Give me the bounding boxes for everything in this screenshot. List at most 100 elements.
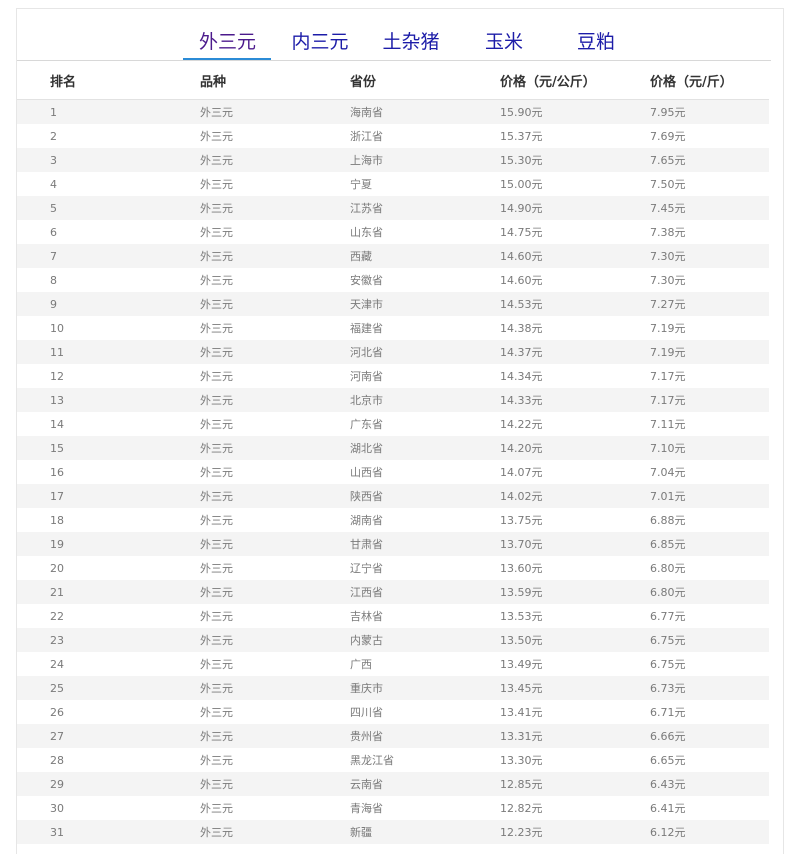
table-row: 6 外三元 山东省 14.75元 7.38元 — [17, 220, 769, 244]
header-province[interactable]: 省份 — [350, 61, 500, 100]
cell-rank: 13 — [17, 388, 200, 412]
cell-price-per-jin: 6.75元 — [650, 652, 769, 676]
cell-price-per-kg: 14.20元 — [500, 436, 650, 460]
cell-price-per-jin: 7.65元 — [650, 148, 769, 172]
cell-price-per-jin: 6.73元 — [650, 676, 769, 700]
price-ranking-panel: 外三元 内三元 土杂猪 玉米 豆粕 排名 品种 省份 价格（元/公斤） 价格（元… — [16, 8, 784, 854]
cell-variety: 外三元 — [200, 532, 350, 556]
cell-province: 天津市 — [350, 292, 500, 316]
cell-province: 西藏 — [350, 244, 500, 268]
cell-price-per-kg: 14.90元 — [500, 196, 650, 220]
table-row: 17 外三元 陕西省 14.02元 7.01元 — [17, 484, 769, 508]
cell-province: 广西 — [350, 652, 500, 676]
cell-variety: 外三元 — [200, 316, 350, 340]
cell-rank: 27 — [17, 724, 200, 748]
table-row: 2 外三元 浙江省 15.37元 7.69元 — [17, 124, 769, 148]
cell-price-per-kg: 14.60元 — [500, 268, 650, 292]
cell-price-per-kg: 13.50元 — [500, 628, 650, 652]
cell-variety: 外三元 — [200, 556, 350, 580]
cell-variety: 外三元 — [200, 436, 350, 460]
table-header-row: 排名 品种 省份 价格（元/公斤） 价格（元/斤） — [17, 61, 769, 100]
cell-variety: 外三元 — [200, 580, 350, 604]
cell-price-per-jin: 6.71元 — [650, 700, 769, 724]
cell-price-per-jin: 7.04元 — [650, 460, 769, 484]
cell-price-per-kg: 14.34元 — [500, 364, 650, 388]
tab-tu-za-zhu[interactable]: 土杂猪 — [382, 27, 440, 60]
cell-price-per-kg: 13.60元 — [500, 556, 650, 580]
cell-price-per-jin: 6.88元 — [650, 508, 769, 532]
cell-rank: 12 — [17, 364, 200, 388]
cell-rank: 8 — [17, 268, 200, 292]
table-row: 9 外三元 天津市 14.53元 7.27元 — [17, 292, 769, 316]
cell-variety: 外三元 — [200, 412, 350, 436]
cell-price-per-jin: 6.43元 — [650, 772, 769, 796]
tab-nei-san-yuan[interactable]: 内三元 — [291, 27, 349, 60]
table-row: 31 外三元 新疆 12.23元 6.12元 — [17, 820, 769, 844]
cell-rank: 5 — [17, 196, 200, 220]
cell-price-per-jin: 7.10元 — [650, 436, 769, 460]
cell-province: 河北省 — [350, 340, 500, 364]
cell-price-per-kg: 12.23元 — [500, 820, 650, 844]
cell-variety: 外三元 — [200, 268, 350, 292]
cell-province: 湖南省 — [350, 508, 500, 532]
cell-price-per-jin: 7.19元 — [650, 316, 769, 340]
cell-variety: 外三元 — [200, 796, 350, 820]
cell-province: 湖北省 — [350, 436, 500, 460]
cell-price-per-jin: 7.38元 — [650, 220, 769, 244]
cell-price-per-jin: 7.30元 — [650, 268, 769, 292]
header-price-per-kg[interactable]: 价格（元/公斤） — [500, 61, 650, 100]
cell-price-per-kg: 15.00元 — [500, 172, 650, 196]
cell-province: 广东省 — [350, 412, 500, 436]
cell-rank: 17 — [17, 484, 200, 508]
cell-rank: 10 — [17, 316, 200, 340]
table-row: 24 外三元 广西 13.49元 6.75元 — [17, 652, 769, 676]
cell-province: 江苏省 — [350, 196, 500, 220]
cell-price-per-kg: 13.53元 — [500, 604, 650, 628]
tab-yu-mi[interactable]: 玉米 — [484, 27, 524, 60]
cell-price-per-jin: 7.69元 — [650, 124, 769, 148]
cell-price-per-kg: 12.82元 — [500, 796, 650, 820]
cell-province: 贵州省 — [350, 724, 500, 748]
cell-variety: 外三元 — [200, 652, 350, 676]
cell-variety: 外三元 — [200, 508, 350, 532]
header-price-per-jin[interactable]: 价格（元/斤） — [650, 61, 769, 100]
cell-rank: 2 — [17, 124, 200, 148]
table-row: 29 外三元 云南省 12.85元 6.43元 — [17, 772, 769, 796]
header-variety[interactable]: 品种 — [200, 61, 350, 100]
cell-price-per-kg: 14.75元 — [500, 220, 650, 244]
table-row: 7 外三元 西藏 14.60元 7.30元 — [17, 244, 769, 268]
cell-rank: 26 — [17, 700, 200, 724]
cell-variety: 外三元 — [200, 748, 350, 772]
cell-price-per-jin: 7.45元 — [650, 196, 769, 220]
cell-price-per-kg: 13.45元 — [500, 676, 650, 700]
cell-rank: 20 — [17, 556, 200, 580]
tab-wai-san-yuan[interactable]: 外三元 — [183, 27, 271, 60]
table-row: 13 外三元 北京市 14.33元 7.17元 — [17, 388, 769, 412]
cell-price-per-kg: 13.49元 — [500, 652, 650, 676]
cell-price-per-kg: 14.07元 — [500, 460, 650, 484]
cell-price-per-jin: 7.27元 — [650, 292, 769, 316]
cell-price-per-kg: 12.85元 — [500, 772, 650, 796]
cell-variety: 外三元 — [200, 124, 350, 148]
cell-rank: 21 — [17, 580, 200, 604]
cell-price-per-jin: 7.11元 — [650, 412, 769, 436]
table-row: 11 外三元 河北省 14.37元 7.19元 — [17, 340, 769, 364]
table-row: 23 外三元 内蒙古 13.50元 6.75元 — [17, 628, 769, 652]
cell-variety: 外三元 — [200, 604, 350, 628]
cell-rank: 9 — [17, 292, 200, 316]
cell-rank: 23 — [17, 628, 200, 652]
table-row: 19 外三元 甘肃省 13.70元 6.85元 — [17, 532, 769, 556]
table-row: 26 外三元 四川省 13.41元 6.71元 — [17, 700, 769, 724]
table-row: 12 外三元 河南省 14.34元 7.17元 — [17, 364, 769, 388]
cell-province: 河南省 — [350, 364, 500, 388]
cell-variety: 外三元 — [200, 340, 350, 364]
cell-price-per-kg: 14.60元 — [500, 244, 650, 268]
cell-province: 山东省 — [350, 220, 500, 244]
cell-rank: 31 — [17, 820, 200, 844]
header-rank[interactable]: 排名 — [17, 61, 200, 100]
cell-price-per-kg: 14.38元 — [500, 316, 650, 340]
tab-dou-po[interactable]: 豆粕 — [576, 27, 616, 60]
table-row: 4 外三元 宁夏 15.00元 7.50元 — [17, 172, 769, 196]
cell-price-per-jin: 6.80元 — [650, 556, 769, 580]
cell-province: 山西省 — [350, 460, 500, 484]
